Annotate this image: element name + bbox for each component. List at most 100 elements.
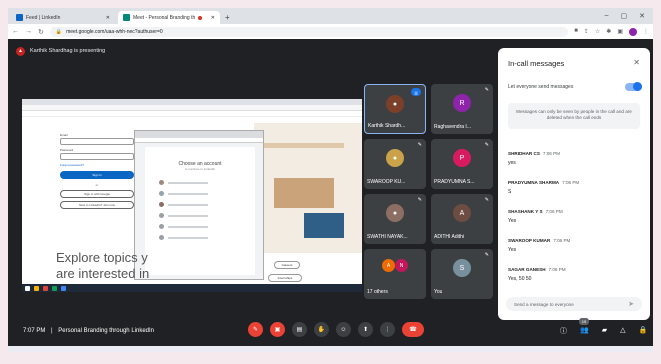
info-icon[interactable]: ⓘ	[560, 326, 567, 336]
participant-name: SWAROOP KU...	[367, 179, 406, 185]
minimize-icon[interactable]: –	[605, 12, 609, 20]
participant-tile[interactable]: A ✎ ADITHI Adithi	[431, 194, 493, 244]
send-messages-toggle[interactable]	[625, 82, 642, 91]
menu-dots-icon[interactable]: ⋮	[643, 28, 649, 36]
password-label: Password	[60, 148, 74, 152]
participant-avatar: P	[453, 149, 471, 167]
participant-name: PRADYUMNA S...	[434, 179, 475, 185]
internships-pill: Internships	[268, 274, 302, 282]
reload-icon[interactable]: ↻	[38, 28, 44, 36]
participant-photo-avatar: ●	[386, 204, 404, 222]
participant-tile[interactable]: P ✎ PRADYUMNA S...	[431, 139, 493, 189]
chat-message: SAGAR GANESH 7:06 PM Yes, 50 50	[508, 267, 642, 282]
headline-line: are interested in	[56, 266, 150, 281]
close-icon[interactable]: ✕	[633, 58, 640, 67]
recording-dot-icon	[198, 15, 203, 20]
input-placeholder: Send a message to everyone	[514, 301, 574, 307]
mic-off-button[interactable]: ✎	[248, 322, 263, 337]
meeting-title: Personal Branding through LinkedIn	[58, 328, 154, 334]
message-input[interactable]: Send a message to everyone ➤	[506, 297, 642, 311]
address-bar: ← → ↻ 🔒 meet.google.com/uaa-whh-nec?auth…	[8, 24, 653, 39]
tab-linkedin-feed[interactable]: Feed | LinkedIn ✕	[11, 11, 115, 24]
close-tab-icon[interactable]: ✕	[211, 15, 215, 21]
star-icon[interactable]: ☆	[595, 28, 600, 36]
participant-avatar: R	[453, 94, 471, 112]
speaking-indicator-icon: |||	[411, 88, 421, 96]
linkedin-icon	[16, 14, 23, 21]
chat-notice: Messages can only be seen by people in t…	[508, 103, 640, 129]
account-chooser-panel: Choose an account to continue to LinkedI…	[145, 147, 255, 275]
participant-tile[interactable]: ● ✎ SWATHI NAYAK...	[364, 194, 426, 244]
forward-icon[interactable]: →	[25, 28, 32, 35]
chat-icon[interactable]: ▰	[602, 326, 607, 336]
end-call-button[interactable]: ☎	[402, 322, 424, 337]
close-tab-icon[interactable]: ✕	[106, 15, 110, 21]
email-field	[60, 138, 134, 145]
illustration	[254, 123, 362, 253]
tab-label: Meet - Personal Branding th	[133, 14, 196, 21]
extension-puzzle-icon[interactable]: ✱	[606, 28, 611, 36]
message-sender: SWAROOP KUMAR 7:06 PM	[508, 238, 571, 243]
participant-tile[interactable]: ● ✎ SWAROOP KU...	[364, 139, 426, 189]
chooser-subtitle: to continue to LinkedIn	[184, 167, 216, 171]
shared-screen: Email Password Forgot password? Sign in …	[22, 99, 362, 292]
message-time: 7:06 PM	[548, 267, 566, 272]
explore-headline: Explore topics y are interested in	[56, 250, 149, 282]
others-tile[interactable]: A N 17 others	[364, 249, 426, 299]
shared-taskbar	[22, 284, 362, 292]
participant-name: SWATHI NAYAK...	[367, 234, 408, 240]
mic-muted-icon: ✎	[484, 142, 489, 148]
lock-icon[interactable]: 🔒	[639, 326, 648, 336]
password-field	[60, 153, 134, 160]
profile-avatar-icon[interactable]	[629, 27, 637, 36]
panel-title: In-call messages	[508, 59, 565, 68]
email-label: Email	[60, 133, 68, 137]
account-row	[145, 232, 255, 243]
meet-window: Feed | LinkedIn ✕ Meet - Personal Brandi…	[8, 8, 653, 352]
meeting-separator: |	[51, 328, 53, 334]
presenting-text: Karthik Shardhag is presenting	[30, 48, 106, 54]
captions-button[interactable]: ▤	[292, 322, 307, 337]
participant-name: ADITHI Adithi	[434, 234, 465, 240]
more-options-button[interactable]: ⋮	[380, 322, 395, 337]
message-time: 7:06 PM	[545, 209, 563, 214]
mic-muted-icon: ✎	[417, 197, 422, 203]
back-icon[interactable]: ←	[12, 28, 19, 35]
meeting-info: 7:07 PM | Personal Branding through Link…	[23, 328, 154, 334]
raise-hand-button[interactable]: ✋	[314, 322, 329, 337]
present-button[interactable]: ⬆	[358, 322, 373, 337]
message-time: 7:06 PM	[542, 151, 561, 156]
join-now-button: New to LinkedIn? Join now	[60, 201, 134, 209]
extension-icons: ■ ⇪ ☆ ✱ ▣ ⋮	[574, 27, 649, 36]
participant-name: Raghavendra I...	[434, 124, 471, 130]
close-window-icon[interactable]: ✕	[639, 12, 645, 20]
url-text: meet.google.com/uaa-whh-nec?authuser=0	[66, 28, 163, 35]
message-text: S	[508, 189, 512, 195]
participant-tile[interactable]: ● ||| Karthik Shardh...	[364, 84, 426, 134]
camera-off-button[interactable]: ▣	[270, 322, 285, 337]
let-everyone-send-row: Let everyone send messages	[508, 82, 642, 91]
browser-tab-strip: Feed | LinkedIn ✕ Meet - Personal Brandi…	[8, 8, 653, 24]
meeting-time: 7:07 PM	[23, 328, 46, 334]
participant-name: 17 others	[367, 289, 388, 295]
mic-muted-icon: ✎	[484, 87, 489, 93]
emoji-button[interactable]: ☺	[336, 322, 351, 337]
message-time: 7:06 PM	[553, 238, 571, 243]
or-divider: or	[95, 183, 99, 187]
maximize-icon[interactable]: ▢	[621, 12, 628, 20]
message-text: yes	[508, 160, 516, 166]
participant-photo-avatar: ●	[386, 95, 404, 113]
share-icon[interactable]: ⇪	[584, 28, 589, 36]
media-icon[interactable]: ▣	[617, 28, 623, 36]
url-field[interactable]: 🔒 meet.google.com/uaa-whh-nec?authuser=0	[49, 26, 569, 37]
send-icon[interactable]: ➤	[628, 300, 634, 308]
participant-tile[interactable]: R ✎ Raghavendra I...	[431, 84, 493, 134]
mic-muted-icon: ✎	[484, 252, 489, 258]
new-tab-icon[interactable]: +	[225, 13, 230, 22]
chat-message: SHRIDHAR CS 7:06 PM yes	[508, 151, 642, 166]
tab-meet[interactable]: Meet - Personal Branding th ✕	[118, 11, 220, 24]
people-icon[interactable]: 👥	[580, 326, 589, 336]
self-tile[interactable]: S ✎ You	[431, 249, 493, 299]
activities-icon[interactable]: △	[620, 326, 625, 336]
camera-indicator-icon[interactable]: ■	[574, 28, 578, 36]
